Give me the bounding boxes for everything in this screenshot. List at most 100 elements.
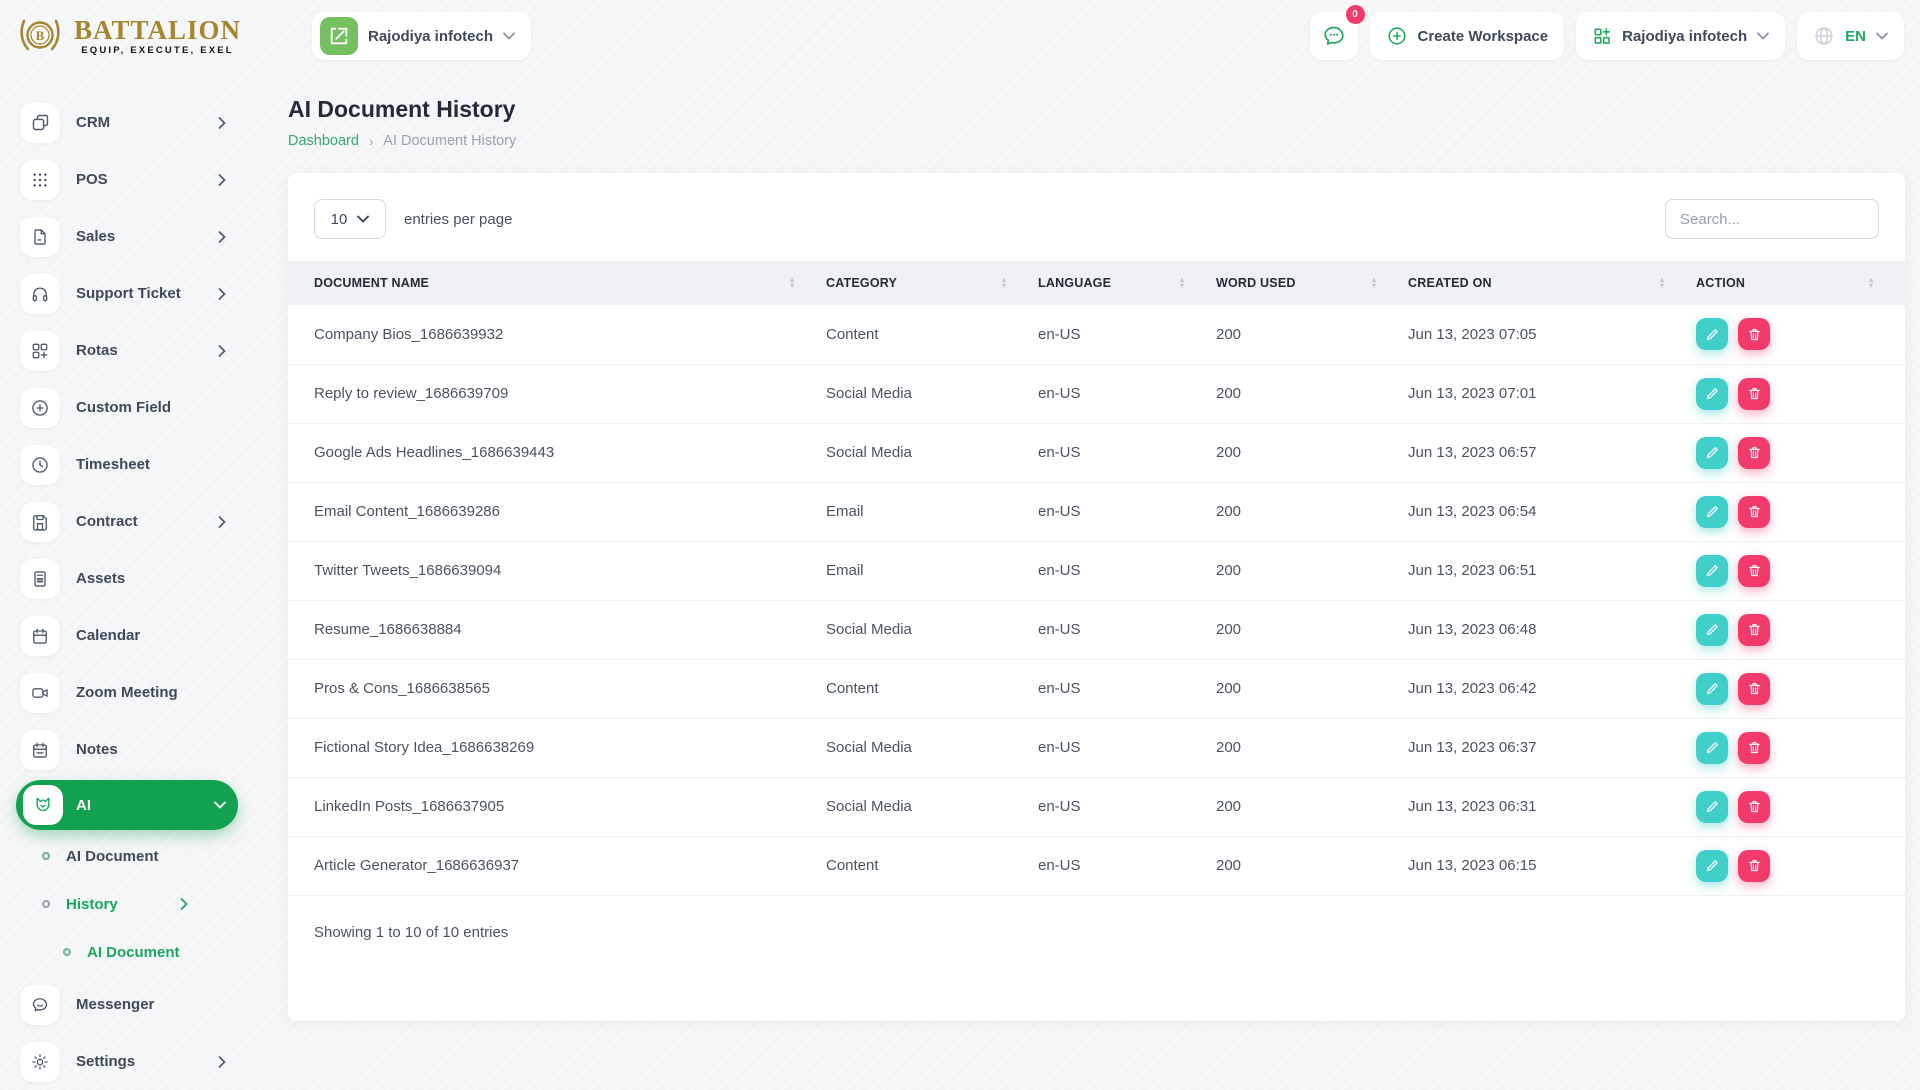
delete-button[interactable] [1738,318,1770,351]
edit-button[interactable] [1696,554,1728,587]
topbar: B BATTALION EQUIP, EXECUTE, EXEL Rajodiy… [0,0,1920,72]
chat-bubble-icon [1321,23,1347,49]
breadcrumb-dashboard-link[interactable]: Dashboard [288,133,359,149]
header-created-on[interactable]: Created On ▲ ▼ [1408,261,1696,305]
brand-tagline: EQUIP, EXECUTE, EXEL [81,44,234,56]
workspace-logo-icon [320,17,358,55]
sidebar-label: Assets [76,570,126,587]
sidebar-item-settings[interactable]: Settings [0,1033,248,1090]
header-action[interactable]: Action ▲ ▼ [1696,261,1905,305]
cell-document-name: Company Bios_1686639932 [288,305,826,365]
entries-per-page-label: entries per page [404,210,513,228]
sidebar-label: Rotas [76,342,118,359]
workspace-switcher[interactable]: Rajodiya infotech [312,12,532,60]
sidebar-item-pos[interactable]: POS [0,151,248,208]
delete-button[interactable] [1738,613,1770,646]
sidebar-sublabel: AI Document [66,847,159,865]
edit-button[interactable] [1696,613,1728,646]
company-dropdown[interactable]: Rajodiya infotech [1576,12,1786,60]
cell-document-name: Twitter Tweets_1686639094 [288,541,826,601]
search-input[interactable] [1665,199,1879,239]
sidebar-label: Messenger [76,996,155,1013]
history-card: 10 entries per page Document Name▲▼ Cate… [288,173,1905,1021]
table-row: Article Generator_1686636937 Content en-… [288,836,1905,896]
cell-actions [1696,659,1905,719]
table-row: Reply to review_1686639709 Social Media … [288,364,1905,424]
edit-button[interactable] [1696,436,1728,469]
table-row: Google Ads Headlines_1686639443 Social M… [288,423,1905,483]
sidebar-item-calendar[interactable]: Calendar [0,607,248,664]
sidebar-item-support-ticket[interactable]: Support Ticket [0,265,248,322]
sidebar-item-assets[interactable]: Assets [0,550,248,607]
delete-button[interactable] [1738,672,1770,705]
cell-document-name: Fictional Story Idea_1686638269 [288,718,826,778]
table-row: LinkedIn Posts_1686637905 Social Media e… [288,777,1905,837]
table-row: Email Content_1686639286 Email en-US 200… [288,482,1905,542]
edit-button[interactable] [1696,731,1728,764]
sidebar-item-contract[interactable]: Contract [0,493,248,550]
edit-button[interactable] [1696,495,1728,528]
header-language[interactable]: Language ▲ ▼ [1038,261,1216,305]
cell-word-used: 200 [1216,718,1408,778]
cell-language: en-US [1038,541,1216,601]
gear-icon [20,1041,60,1082]
cell-created-on: Jun 13, 2023 06:54 [1408,482,1696,542]
plus-circle-icon [1386,25,1408,47]
cell-language: en-US [1038,718,1216,778]
header-category[interactable]: Category ▲ ▼ [826,261,1038,305]
sidebar-item-sales[interactable]: Sales [0,208,248,265]
cell-created-on: Jun 13, 2023 06:15 [1408,836,1696,896]
delete-button[interactable] [1738,790,1770,823]
sidebar-label: Sales [76,228,116,245]
delete-button[interactable] [1738,731,1770,764]
delete-button[interactable] [1738,377,1770,410]
cell-actions [1696,541,1905,601]
delete-button[interactable] [1738,849,1770,882]
edit-button[interactable] [1696,790,1728,823]
sidebar-item-custom-field[interactable]: Custom Field [0,379,248,436]
delete-button[interactable] [1738,495,1770,528]
sidebar-subitem-history[interactable]: History [0,880,248,928]
messages-button[interactable]: 0 [1309,5,1365,60]
sidebar-item-crm[interactable]: CRM [0,94,248,151]
breadcrumb: Dashboard › AI Document History [288,133,1905,149]
delete-button[interactable] [1738,554,1770,587]
pencil-icon [1706,860,1718,872]
sidebar-subitem-history-ai-document[interactable]: AI Document [0,928,248,976]
sidebar-item-timesheet[interactable]: Timesheet [0,436,248,493]
table-row: Pros & Cons_1686638565 Content en-US 200… [288,659,1905,719]
page-size-value: 10 [330,210,348,228]
sidebar-item-notes[interactable]: Notes [0,721,248,778]
cell-word-used: 200 [1216,364,1408,424]
edit-button[interactable] [1696,672,1728,705]
edit-button[interactable] [1696,377,1728,410]
language-dropdown[interactable]: EN [1797,12,1904,60]
page-size-select[interactable]: 10 [314,199,386,239]
sidebar-item-rotas[interactable]: Rotas [0,322,248,379]
edit-button[interactable] [1696,849,1728,882]
delete-button[interactable] [1738,436,1770,469]
cell-category: Social Media [826,364,1038,424]
cell-language: en-US [1038,659,1216,719]
header-document-name[interactable]: Document Name ▲ ▼ [288,261,826,305]
sidebar-item-ai[interactable]: AI [0,778,248,832]
sidebar-item-zoom-meeting[interactable]: Zoom Meeting [0,664,248,721]
history-table: Document Name ▲ ▼ Category ▲ ▼ Language ▲ ▼ Wo… [288,261,1905,896]
brand-emblem-icon: B [14,10,66,62]
cell-word-used: 200 [1216,836,1408,896]
cell-actions [1696,600,1905,660]
edit-button[interactable] [1696,318,1728,351]
trash-icon [1748,564,1760,577]
sidebar-subitem-ai-document[interactable]: AI Document [0,832,248,880]
bullet-icon [42,852,50,860]
create-workspace-button[interactable]: Create Workspace [1369,12,1565,60]
brand-logo[interactable]: B BATTALION EQUIP, EXECUTE, EXEL [14,10,272,62]
sidebar-item-messenger[interactable]: Messenger [0,976,248,1033]
chevron-down-icon [357,215,370,223]
cell-category: Content [826,305,1038,365]
cell-language: en-US [1038,777,1216,837]
trash-icon [1748,859,1760,872]
cell-language: en-US [1038,423,1216,483]
chevron-right-icon [218,116,226,129]
header-word-used[interactable]: Word Used ▲ ▼ [1216,261,1408,305]
